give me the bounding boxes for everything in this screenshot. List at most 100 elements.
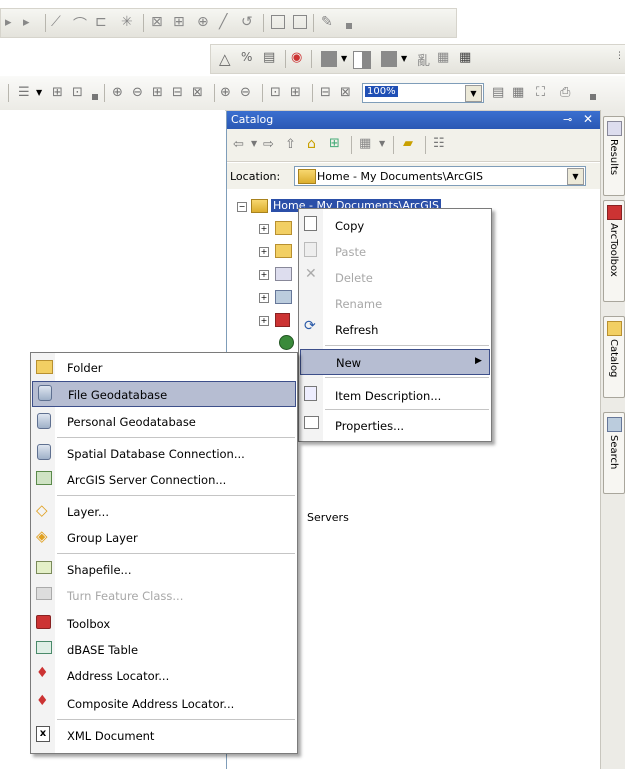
fixed-zoom-out-icon[interactable]: ⊟	[172, 85, 188, 101]
submenu-item-label: Shapefile...	[67, 563, 132, 577]
line-color-icon[interactable]	[353, 51, 371, 69]
up-one-level-icon[interactable]: ⇧	[285, 137, 301, 153]
sketch-properties-icon[interactable]	[293, 15, 307, 29]
menu-item-properties[interactable]: Properties...	[299, 413, 491, 437]
fonts-icon[interactable]: 亂	[417, 50, 433, 69]
trace-icon[interactable]: ⊏	[95, 14, 111, 30]
submenu-item-spatial-db-connection[interactable]: Spatial Database Connection...	[31, 441, 297, 465]
undo-icon[interactable]: ↺	[241, 14, 257, 30]
location-combo[interactable]: Home - My Documents\ArcGIS ▼	[294, 166, 586, 186]
split-icon[interactable]: ⊞	[173, 14, 189, 30]
submenu-item-address-locator[interactable]: ♦ Address Locator...	[31, 663, 297, 687]
submenu-item-folder[interactable]: Folder	[31, 355, 297, 379]
submenu-item-layer[interactable]: ◇ Layer...	[31, 499, 297, 523]
expand-toggle[interactable]: +	[259, 224, 269, 234]
collapse-toggle[interactable]: −	[237, 202, 247, 212]
table-icon[interactable]: ▦	[459, 50, 475, 66]
page-zoom-in-icon[interactable]: ⊕	[220, 85, 236, 101]
previous-extent-icon[interactable]: ⊟	[320, 85, 336, 101]
tree-servers-label[interactable]: Servers	[307, 511, 349, 524]
toolbar-grip-icon[interactable]: ⋮	[615, 51, 625, 67]
catalog-title-bar[interactable]: Catalog ⊸ ✕	[227, 111, 601, 129]
server-connection-icon	[36, 471, 52, 485]
views-icon[interactable]: ▦	[359, 136, 375, 152]
submenu-item-turn-feature-class[interactable]: Turn Feature Class...	[31, 583, 297, 607]
straight-segment-icon[interactable]: ⟋	[51, 14, 67, 30]
symbol-icon[interactable]: ◉	[291, 50, 307, 66]
data-view-icon[interactable]: ▤	[492, 85, 508, 101]
edit-annotation-icon[interactable]: ⊠	[151, 14, 167, 30]
page-zoom-out-icon[interactable]: ⊖	[240, 85, 256, 101]
submenu-item-composite-address-locator[interactable]: ♦ Composite Address Locator...	[31, 691, 297, 715]
close-icon[interactable]: ✕	[583, 112, 593, 126]
zoom-combo[interactable]: 100% ▼	[362, 83, 484, 103]
submenu-item-dbase-table[interactable]: dBASE Table	[31, 637, 297, 661]
submenu-item-xml-document[interactable]: x XML Document	[31, 723, 297, 747]
location-dropdown-icon[interactable]: ▼	[567, 168, 584, 185]
attributes-icon[interactable]	[271, 15, 285, 29]
triangle-icon[interactable]: △	[219, 50, 235, 68]
layout-view-icon[interactable]: ▦	[512, 85, 528, 101]
arc-segment-icon[interactable]: ⌒	[73, 14, 89, 33]
toolbar-options-icon[interactable]	[346, 23, 352, 29]
fixed-zoom-in-icon[interactable]: ⊞	[152, 85, 168, 101]
submenu-item-personal-geodatabase[interactable]: Personal Geodatabase	[31, 409, 297, 433]
submenu-item-shapefile[interactable]: Shapefile...	[31, 557, 297, 581]
marker-color-icon[interactable]	[381, 51, 397, 67]
pin-icon[interactable]: ⊸	[563, 113, 572, 126]
back-icon[interactable]: ⇦	[233, 137, 249, 153]
zoom-out-icon[interactable]: ⊖	[132, 85, 148, 101]
toggle-draft-mode-icon[interactable]: ⛶	[536, 85, 552, 101]
home-icon[interactable]: ⌂	[307, 136, 323, 152]
expand-toggle[interactable]: +	[259, 247, 269, 257]
list-dropdown-icon[interactable]: ▼	[36, 88, 52, 104]
layout-icon[interactable]: ▤	[263, 50, 279, 66]
menu-item-paste[interactable]: Paste	[299, 239, 491, 263]
menu-item-refresh[interactable]: ⟳ Refresh	[299, 317, 491, 341]
grid-icon[interactable]: ▦	[437, 50, 453, 66]
change-layout-icon[interactable]: ⎙	[560, 85, 576, 101]
expand-toggle[interactable]: +	[259, 316, 269, 326]
tab-search[interactable]: Search	[603, 412, 625, 494]
create-features-icon[interactable]: ✎	[321, 14, 337, 30]
cut-polygon-icon[interactable]: ╱	[219, 14, 235, 30]
overview-icon[interactable]: ⊞	[52, 85, 68, 101]
label-tool-icon[interactable]: %	[241, 50, 257, 66]
zoom-in-icon[interactable]: ⊕	[112, 85, 128, 101]
menu-item-rename[interactable]: Rename	[299, 291, 491, 315]
tab-arctoolbox[interactable]: ArcToolbox	[603, 200, 625, 302]
edit-vertices-icon[interactable]: ▸	[23, 15, 39, 31]
submenu-item-toolbox[interactable]: Toolbox	[31, 611, 297, 635]
zoom-whole-page-icon[interactable]: ⊡	[270, 85, 286, 101]
tab-catalog[interactable]: Catalog	[603, 316, 625, 398]
menu-item-copy[interactable]: Copy	[299, 213, 491, 237]
menu-item-new[interactable]: New ▶	[300, 349, 490, 375]
toolbar-options-icon-3[interactable]	[590, 94, 596, 100]
submenu-item-arcgis-server-connection[interactable]: ArcGIS Server Connection...	[31, 467, 297, 491]
full-extent-icon[interactable]: ⊠	[192, 85, 208, 101]
forward-icon[interactable]: ⇨	[263, 137, 279, 153]
new-folder-icon[interactable]: ▰	[403, 136, 419, 152]
toolbar-options-icon-2[interactable]	[92, 94, 98, 100]
expand-toggle[interactable]: +	[259, 293, 269, 303]
zoom-box-icon[interactable]: ⊡	[72, 85, 88, 101]
point-icon[interactable]: ✳	[121, 14, 137, 30]
marker-dropdown-icon[interactable]: ▼	[401, 54, 417, 70]
options-icon[interactable]: ☷	[433, 136, 449, 152]
next-extent-icon[interactable]: ⊠	[340, 85, 356, 101]
fill-color-icon[interactable]	[321, 51, 337, 67]
submenu-item-file-geodatabase[interactable]: File Geodatabase	[32, 381, 296, 407]
submenu-item-group-layer[interactable]: ◈ Group Layer	[31, 525, 297, 549]
list-icon[interactable]: ☰	[18, 85, 34, 101]
group-layer-icon: ◈	[36, 527, 48, 545]
rotate-icon[interactable]: ⊕	[197, 14, 213, 30]
tab-results[interactable]: Results	[603, 116, 625, 196]
arrow-tool-icon[interactable]: ▸	[5, 15, 21, 31]
zoom-dropdown-icon[interactable]: ▼	[465, 85, 482, 102]
menu-item-item-description[interactable]: Item Description...	[299, 383, 491, 407]
expand-toggle[interactable]: +	[259, 270, 269, 280]
submenu-item-label: Turn Feature Class...	[67, 589, 184, 603]
zoom-100-icon[interactable]: ⊞	[290, 85, 306, 101]
menu-item-delete[interactable]: ✕ Delete	[299, 265, 491, 289]
connect-folder-icon[interactable]: ⊞	[329, 136, 345, 152]
